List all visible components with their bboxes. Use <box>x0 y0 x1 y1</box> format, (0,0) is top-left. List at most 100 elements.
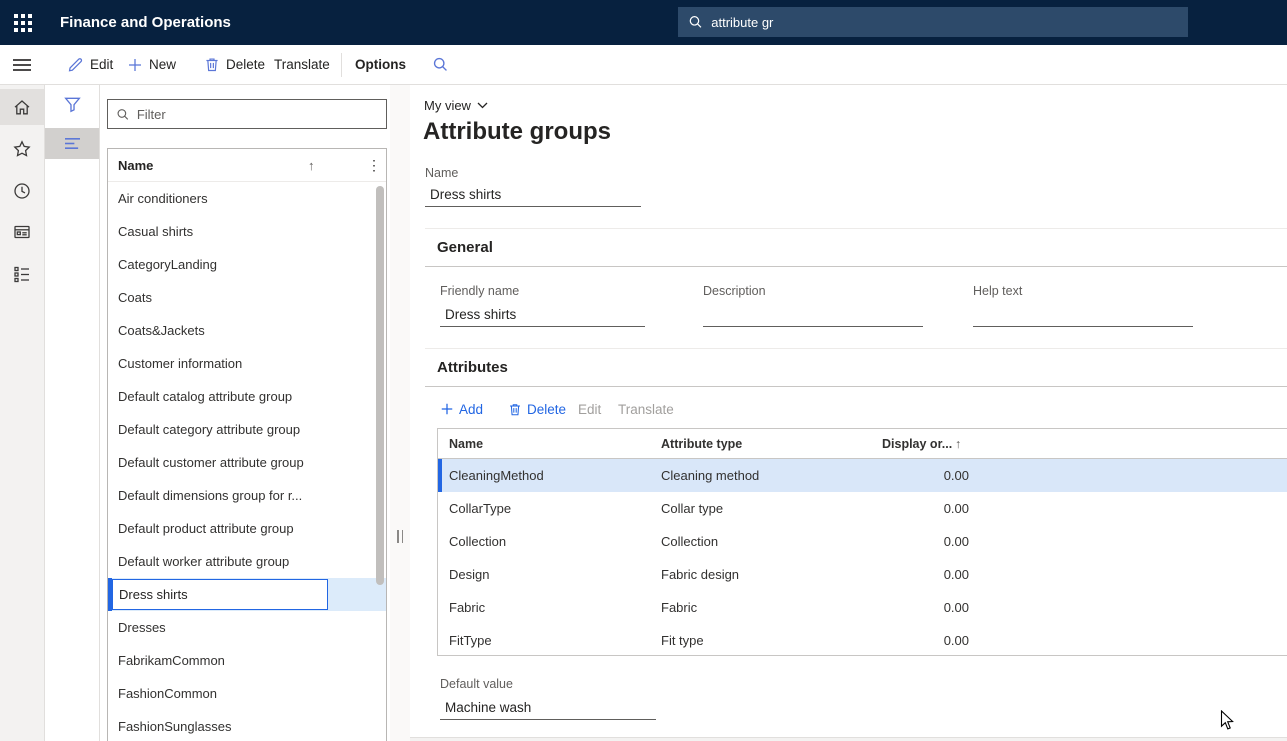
grid-row[interactable]: Fabric Fabric 0.00 <box>438 591 1287 624</box>
grid-translate-label: Translate <box>618 402 674 417</box>
grid-column-name[interactable]: Name <box>449 437 483 451</box>
description-input[interactable] <box>703 305 923 327</box>
friendly-name-label: Friendly name <box>440 284 519 298</box>
nav-workspaces-button[interactable] <box>0 214 44 250</box>
view-selector[interactable]: My view <box>424 98 488 113</box>
options-button[interactable]: Options <box>355 45 406 84</box>
help-text-label: Help text <box>973 284 1022 298</box>
list-item-label: FabrikamCommon <box>118 653 225 668</box>
list-item[interactable]: FabrikamCommon <box>108 644 386 677</box>
modules-icon <box>12 264 32 284</box>
cell-attribute-type: Collar type <box>661 501 723 516</box>
cell-attribute-type: Fabric <box>661 600 697 615</box>
grid-delete-button[interactable]: Delete <box>508 398 566 420</box>
cell-display-order: 0.00 <box>838 468 969 483</box>
cell-attribute-type: Collection <box>661 534 718 549</box>
list-item[interactable]: Coats&Jackets <box>108 314 386 347</box>
list-item[interactable]: Default dimensions group for r... <box>108 479 386 512</box>
top-navigation-bar: Finance and Operations <box>0 0 1287 45</box>
description-label: Description <box>703 284 766 298</box>
cell-name: Collection <box>449 534 506 549</box>
list-item[interactable]: Default customer attribute group <box>108 446 386 479</box>
list-item[interactable]: Customer information <box>108 347 386 380</box>
grid-column-display-order[interactable]: Display or... <box>882 437 952 451</box>
edit-button[interactable]: Edit <box>67 45 113 84</box>
list-item-label: Casual shirts <box>118 224 193 239</box>
menu-toggle-button[interactable] <box>12 52 38 78</box>
mouse-cursor <box>1220 710 1235 731</box>
list-item-label: Default customer attribute group <box>118 455 304 470</box>
page-title: Attribute groups <box>423 118 611 146</box>
cell-display-order: 0.00 <box>838 633 969 648</box>
column-options-button[interactable]: ⋮ <box>364 149 384 182</box>
translate-button[interactable]: Translate <box>274 45 330 84</box>
cell-attribute-type: Fabric design <box>661 567 739 582</box>
edit-button-label: Edit <box>90 57 113 72</box>
grid-row-selected[interactable]: CleaningMethod Cleaning method 0.00 <box>438 459 1287 492</box>
list-item[interactable]: Dresses <box>108 611 386 644</box>
friendly-name-input[interactable]: Dress shirts <box>440 305 645 327</box>
action-search-button[interactable] <box>432 45 449 84</box>
record-list: Name ↑ ⋮ Air conditioners Casual shirts … <box>107 148 387 741</box>
filter-toggle-button[interactable] <box>45 89 99 120</box>
list-item[interactable]: Default product attribute group <box>108 512 386 545</box>
list-item[interactable]: Casual shirts <box>108 215 386 248</box>
filter-input[interactable] <box>137 107 378 122</box>
list-scrollbar[interactable] <box>376 186 384 585</box>
list-item[interactable]: Default worker attribute group <box>108 545 386 578</box>
grid-edit-button[interactable]: Edit <box>578 398 601 420</box>
trash-icon <box>204 56 220 73</box>
list-view-toggle-button[interactable] <box>45 128 99 159</box>
attributes-section-header[interactable]: Attributes <box>437 359 508 376</box>
list-item[interactable]: FashionSunglasses <box>108 710 386 741</box>
delete-button[interactable]: Delete <box>204 45 265 84</box>
global-search-input[interactable] <box>711 15 1178 30</box>
list-item[interactable]: Coats <box>108 281 386 314</box>
grid-row[interactable]: Design Fabric design 0.00 <box>438 558 1287 591</box>
grid-column-attribute-type[interactable]: Attribute type <box>661 437 742 451</box>
list-item-label: Default category attribute group <box>118 422 300 437</box>
grid-translate-button[interactable]: Translate <box>618 398 674 420</box>
selected-record-cell[interactable]: Dress shirts <box>112 579 328 610</box>
nav-home-button[interactable] <box>0 89 44 125</box>
grid-row[interactable]: CollarType Collar type 0.00 <box>438 492 1287 525</box>
translate-button-label: Translate <box>274 57 330 72</box>
funnel-icon <box>63 95 82 114</box>
list-filter[interactable] <box>107 99 387 129</box>
panel-splitter[interactable] <box>390 85 410 741</box>
list-item-label: Default catalog attribute group <box>118 389 292 404</box>
list-item-label: CategoryLanding <box>118 257 217 272</box>
list-item[interactable]: Default category attribute group <box>108 413 386 446</box>
nav-favorites-button[interactable] <box>0 131 44 167</box>
search-icon <box>116 107 130 122</box>
new-button-label: New <box>149 57 176 72</box>
list-rows: Air conditioners Casual shirts CategoryL… <box>108 182 386 741</box>
attributes-section-divider <box>425 386 1287 387</box>
grid-row[interactable]: FitType Fit type 0.00 <box>438 624 1287 657</box>
name-field-input[interactable]: Dress shirts <box>425 185 641 207</box>
list-item-label: Air conditioners <box>118 191 208 206</box>
cell-display-order: 0.00 <box>838 567 969 582</box>
list-item[interactable]: Air conditioners <box>108 182 386 215</box>
global-search[interactable] <box>678 7 1188 37</box>
section-top-border <box>425 228 1287 229</box>
cell-display-order: 0.00 <box>838 534 969 549</box>
nav-modules-button[interactable] <box>0 256 44 292</box>
list-item-selected[interactable]: Dress shirts <box>108 578 386 611</box>
general-section-header[interactable]: General <box>437 239 493 256</box>
list-item-label: Default worker attribute group <box>118 554 289 569</box>
app-launcher-button[interactable] <box>10 10 36 36</box>
new-button[interactable]: New <box>127 45 176 84</box>
default-value-input[interactable]: Machine wash <box>440 698 656 720</box>
nav-recent-button[interactable] <box>0 173 44 209</box>
help-text-input[interactable] <box>973 305 1193 327</box>
list-item[interactable]: CategoryLanding <box>108 248 386 281</box>
list-item[interactable]: FashionCommon <box>108 677 386 710</box>
grid-add-button[interactable]: Add <box>440 398 483 420</box>
action-pane: Edit New Delete Translate Options <box>0 45 1287 85</box>
grid-row[interactable]: Collection Collection 0.00 <box>438 525 1287 558</box>
app-title: Finance and Operations <box>60 0 231 45</box>
list-item[interactable]: Default catalog attribute group <box>108 380 386 413</box>
column-header-name[interactable]: Name <box>118 158 153 173</box>
workspaces-icon <box>12 222 32 242</box>
